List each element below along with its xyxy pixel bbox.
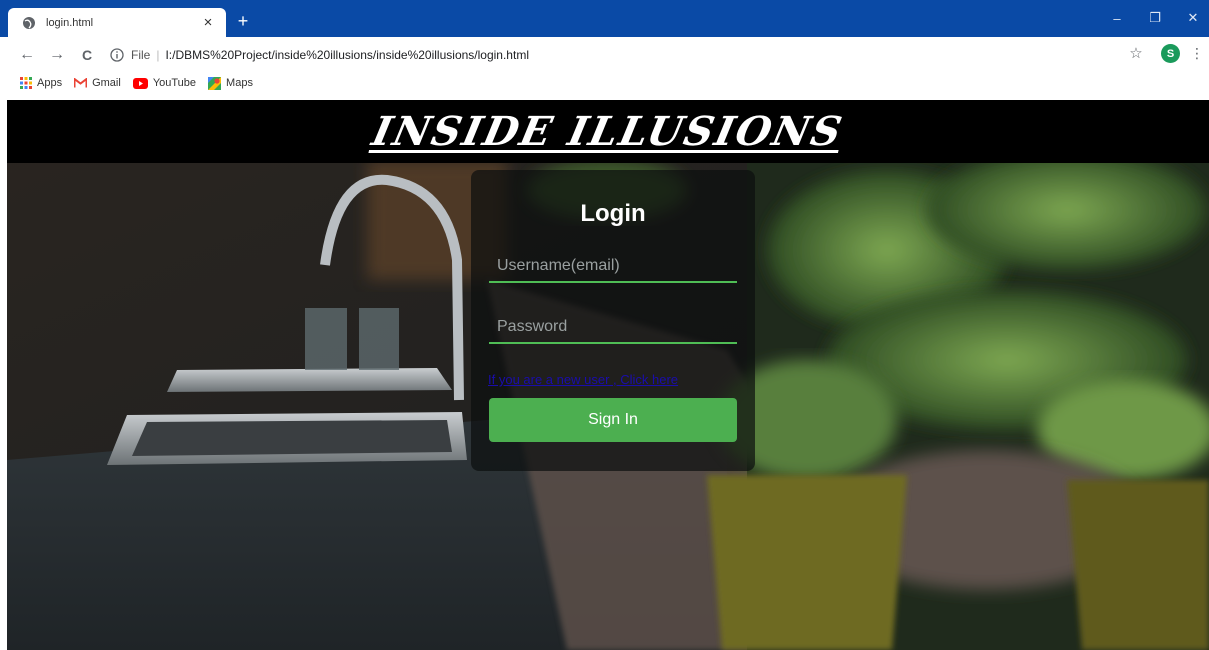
bookmark-gmail[interactable]: Gmail xyxy=(74,77,121,89)
youtube-icon xyxy=(132,77,148,89)
bookmark-maps[interactable]: Maps xyxy=(208,76,253,90)
bookmark-label: Maps xyxy=(226,77,253,89)
bookmark-youtube[interactable]: YouTube xyxy=(132,77,197,89)
globe-icon xyxy=(23,16,35,29)
address-bar[interactable]: File | I:/DBMS%20Project/inside%20illusi… xyxy=(104,43,1116,66)
login-heading: Login xyxy=(580,200,646,227)
browser-tab-strip: login.html × + – ❐ ✕ xyxy=(0,0,1209,37)
username-input[interactable] xyxy=(489,251,737,283)
new-tab-button[interactable]: + xyxy=(233,11,253,31)
site-title: INSIDE ILLUSIONS xyxy=(368,108,848,155)
new-user-signup-link[interactable]: If you are a new user , Click here xyxy=(488,372,678,387)
profile-avatar[interactable]: S xyxy=(1161,44,1180,63)
url-text[interactable]: I:/DBMS%20Project/inside%20illusions/ins… xyxy=(165,48,529,62)
url-scheme: File xyxy=(131,47,151,62)
bookmark-label: Gmail xyxy=(92,77,121,89)
bookmarks-bar: Apps Gmail YouTube Maps xyxy=(0,72,1209,94)
apps-grid-icon xyxy=(20,77,32,89)
site-header: INSIDE ILLUSIONS xyxy=(7,100,1209,163)
browser-tab[interactable]: login.html × xyxy=(8,8,226,37)
maps-icon xyxy=(208,76,222,90)
bookmark-star-icon[interactable]: ☆ xyxy=(1127,44,1145,62)
bookmark-label: YouTube xyxy=(152,77,197,89)
forward-button[interactable]: → xyxy=(46,44,68,66)
bookmark-label: Apps xyxy=(37,77,63,89)
restore-button[interactable]: ❐ xyxy=(1141,7,1169,29)
info-icon[interactable] xyxy=(110,47,124,62)
tab-title: login.html xyxy=(46,16,94,29)
minimize-button[interactable]: – xyxy=(1103,7,1131,29)
password-input[interactable] xyxy=(489,312,737,344)
tab-close-icon[interactable]: × xyxy=(199,14,217,32)
back-button[interactable]: ← xyxy=(16,44,38,66)
sign-in-button[interactable]: Sign In xyxy=(489,398,737,442)
browser-menu-icon[interactable]: ⋮ xyxy=(1190,44,1204,62)
gmail-icon xyxy=(74,78,88,88)
browser-toolbar: ← → C File | I:/DBMS%20Project/inside%20… xyxy=(0,37,1209,72)
reload-button[interactable]: C xyxy=(76,44,98,66)
close-window-button[interactable]: ✕ xyxy=(1179,7,1207,29)
url-separator: | xyxy=(156,47,160,62)
bookmark-apps[interactable]: Apps xyxy=(20,77,62,89)
page-viewport: INSIDE ILLUSIONS Login If you are a new … xyxy=(7,100,1209,650)
login-card: Login If you are a new user , Click here… xyxy=(471,170,755,471)
